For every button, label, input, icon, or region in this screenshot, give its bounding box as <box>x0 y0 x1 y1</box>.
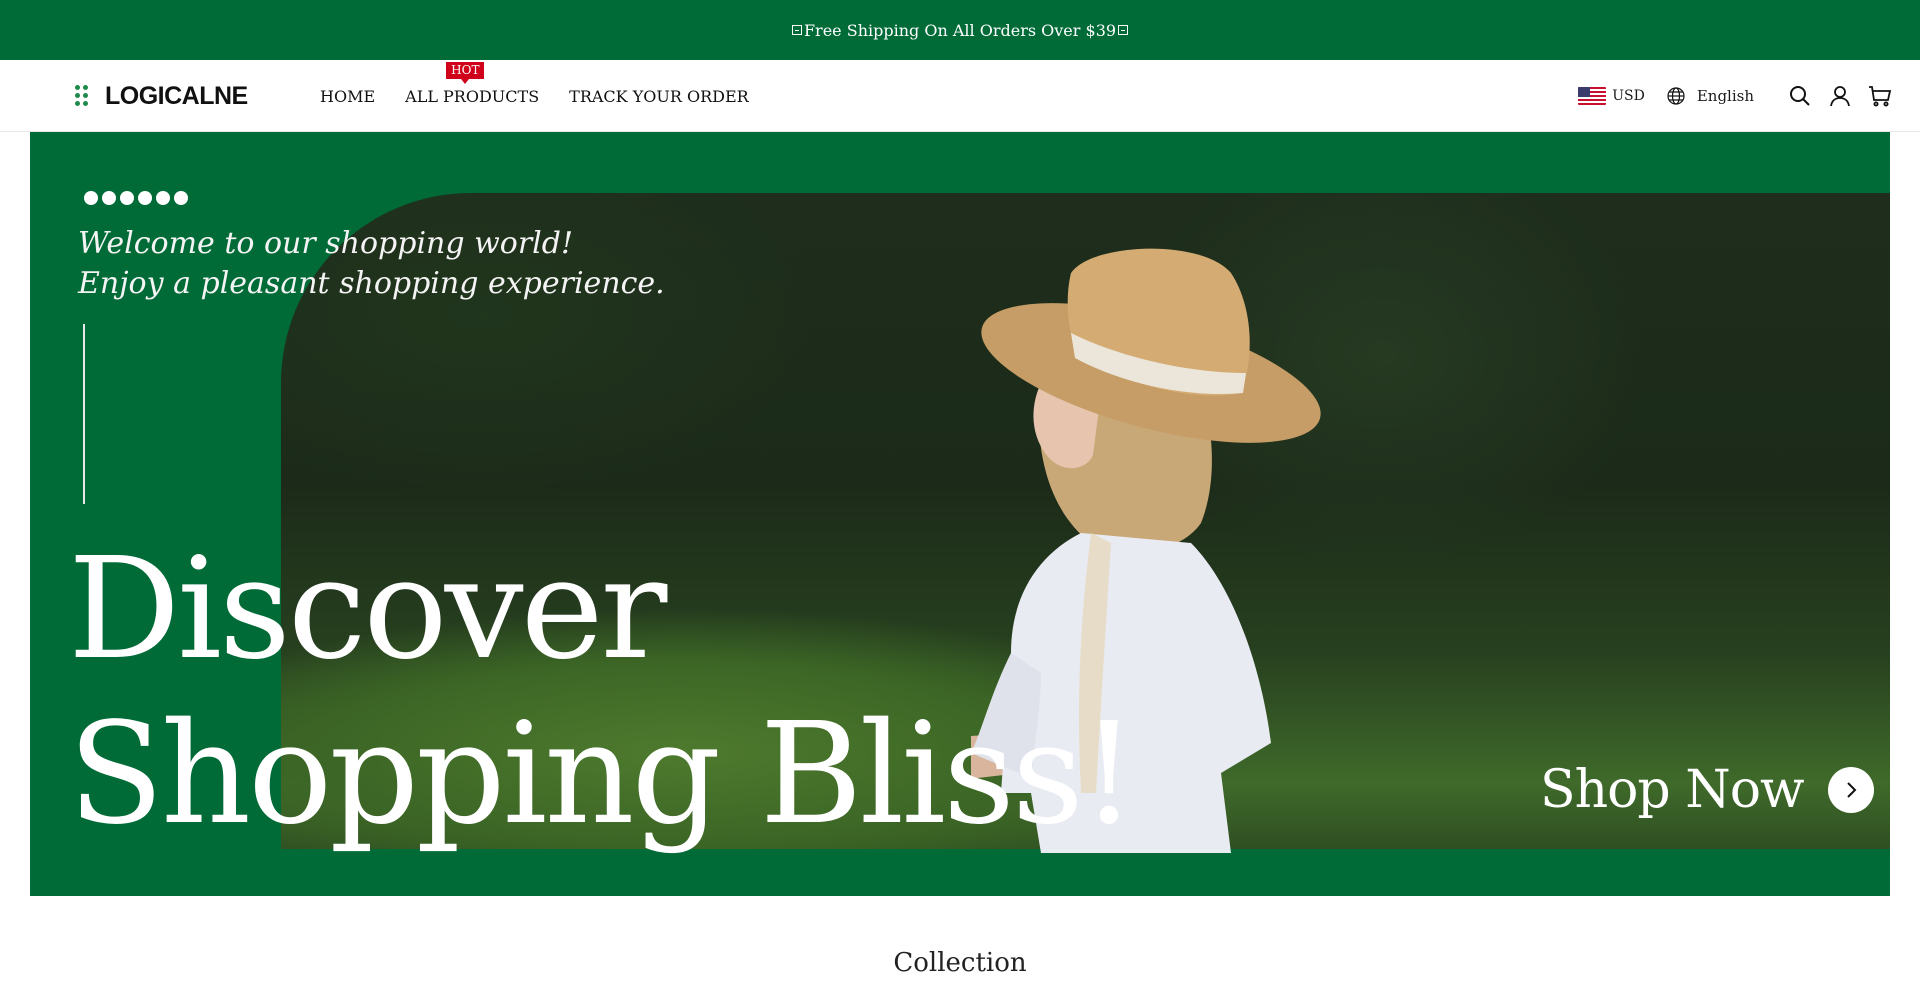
cart-icon <box>1869 86 1892 107</box>
currency-selector[interactable]: USD <box>1578 87 1645 105</box>
hot-badge: HOT <box>446 61 485 84</box>
hero-welcome-text: Welcome to our shopping world! Enjoy a p… <box>78 224 665 304</box>
slide-dot-1[interactable] <box>84 191 98 205</box>
nav-track-order-label: TRACK YOUR ORDER <box>569 86 749 106</box>
globe-icon <box>1667 87 1685 105</box>
header-tools: USD English <box>1578 60 1892 132</box>
account-icon <box>1830 86 1850 107</box>
slide-pagination <box>84 191 192 205</box>
announcement-bar: Free Shipping On All Orders Over $39 <box>0 0 1920 60</box>
nav-home-label: HOME <box>320 86 376 106</box>
language-label: English <box>1696 87 1754 105</box>
us-flag-icon <box>1578 87 1607 105</box>
slide-dot-3[interactable] <box>120 191 134 205</box>
section-title: Collection <box>893 948 1027 978</box>
welcome-line-2: Enjoy a pleasant shopping experience. <box>78 266 665 301</box>
nav-track-order[interactable]: TRACK YOUR ORDER <box>569 87 749 106</box>
decorative-divider <box>83 324 85 504</box>
hero-headline: Discover Shopping Bliss! <box>68 527 1137 857</box>
announcement-text: Free Shipping On All Orders Over $39 <box>803 20 1117 40</box>
language-selector[interactable]: English <box>1667 87 1754 105</box>
main-nav: HOME HOT ALL PRODUCTS TRACK YOUR ORDER <box>320 60 779 132</box>
nav-all-products-label: ALL PRODUCTS <box>405 86 540 106</box>
account-button[interactable] <box>1828 84 1852 108</box>
search-button[interactable] <box>1788 84 1812 108</box>
welcome-line-1: Welcome to our shopping world! <box>78 226 574 261</box>
slide-dot-2[interactable] <box>102 191 116 205</box>
announcement-right-glyph <box>1118 25 1129 35</box>
logo[interactable]: LOGICALNE <box>75 82 248 110</box>
search-icon <box>1790 86 1810 106</box>
slide-dot-5[interactable] <box>156 191 170 205</box>
headline-line-2: Shopping Bliss! <box>68 693 1137 856</box>
slide-dot-6[interactable] <box>174 191 188 205</box>
announcement-left-glyph <box>791 25 802 35</box>
headline-line-1: Discover <box>68 528 667 691</box>
nav-home[interactable]: HOME <box>320 87 375 106</box>
cart-button[interactable] <box>1868 84 1892 108</box>
logo-dots-icon <box>75 85 97 107</box>
currency-label: USD <box>1612 88 1645 104</box>
logo-text: LOGICALNE <box>105 81 248 110</box>
nav-all-products[interactable]: HOT ALL PRODUCTS <box>405 61 540 106</box>
chevron-right-icon <box>1827 767 1874 813</box>
shop-now-button[interactable]: Shop Now <box>1540 760 1874 820</box>
shop-now-label: Shop Now <box>1540 760 1805 820</box>
site-header: LOGICALNE HOME HOT ALL PRODUCTS TRACK YO… <box>0 60 1920 132</box>
hero-banner[interactable]: Welcome to our shopping world! Enjoy a p… <box>30 132 1890 896</box>
slide-dot-4[interactable] <box>138 191 152 205</box>
